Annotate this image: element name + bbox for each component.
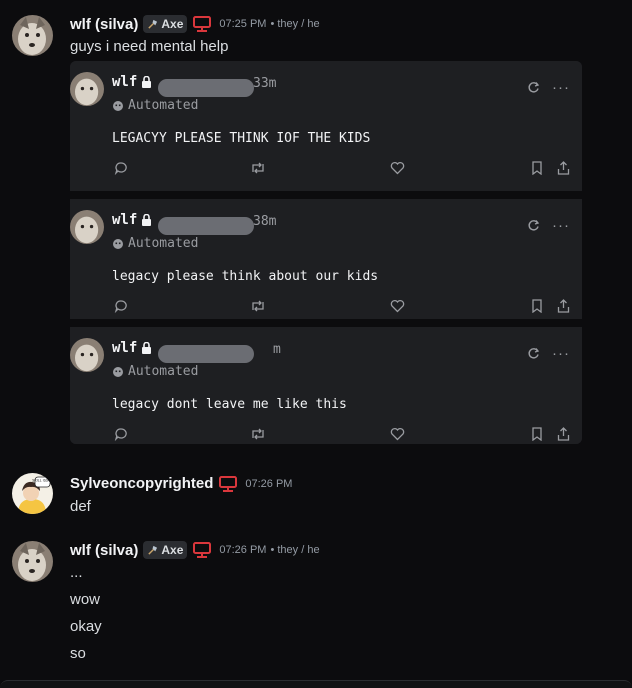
retweet-icon[interactable] xyxy=(250,427,266,441)
tweet-separator xyxy=(70,191,582,199)
like-icon[interactable] xyxy=(390,299,405,313)
pronouns: • they / he xyxy=(270,544,320,556)
more-icon[interactable]: ··· xyxy=(552,80,570,95)
lock-icon xyxy=(142,76,152,88)
message-text: okay xyxy=(70,618,102,635)
tweet-card[interactable]: wlf 38m Automated ··· legacy please thin… xyxy=(70,199,582,319)
refresh-icon[interactable] xyxy=(527,219,540,232)
message-text: def xyxy=(70,498,91,515)
tweet-author-name: wlf xyxy=(112,340,138,356)
lock-icon xyxy=(142,342,152,354)
tweet-separator xyxy=(70,319,582,327)
message-text: so xyxy=(70,645,86,662)
tweet-actions xyxy=(70,427,582,443)
username[interactable]: wlf (silva) xyxy=(70,16,138,33)
avatar[interactable] xyxy=(12,541,53,582)
bookmark-icon[interactable] xyxy=(531,427,543,441)
guild-tag-label: Axe xyxy=(161,543,184,557)
tweet-card[interactable]: wlf m Automated ··· legacy dont leave me… xyxy=(70,327,582,444)
reply-icon[interactable] xyxy=(114,427,128,441)
more-icon[interactable]: ··· xyxy=(552,218,570,233)
tweet-time: m xyxy=(273,342,281,357)
message-text: ... xyxy=(70,564,83,581)
share-icon[interactable] xyxy=(557,427,570,441)
tweet-top-actions: ··· xyxy=(527,346,570,361)
timestamp[interactable]: 07:26 PM xyxy=(219,544,266,556)
timestamp[interactable]: 07:25 PM xyxy=(219,18,266,30)
guild-tag-label: Axe xyxy=(161,17,184,31)
timestamp[interactable]: 07:26 PM xyxy=(245,478,292,490)
tweet-card[interactable]: wlf 33m Automated ··· LEGACYY PLEASE THI… xyxy=(70,61,582,181)
avatar[interactable]: SKILL ISSUE xyxy=(12,473,53,514)
axe-icon xyxy=(148,545,158,555)
username[interactable]: wlf (silva) xyxy=(70,542,138,559)
reply-icon[interactable] xyxy=(114,299,128,313)
redacted-handle xyxy=(158,217,254,235)
refresh-icon[interactable] xyxy=(527,347,540,360)
tweet-text: legacy dont leave me like this xyxy=(112,397,347,412)
message-3: wlf (silva) Axe 07:26 PM • they / he ...… xyxy=(0,527,632,677)
message-header: wlf (silva) Axe 07:26 PM • they / he xyxy=(70,541,320,559)
tweet-top-actions: ··· xyxy=(527,80,570,95)
message-1: wlf (silva) Axe 07:25 PM • they / he guy… xyxy=(0,0,632,460)
tweet-author[interactable]: wlf xyxy=(112,74,152,90)
desktop-icon xyxy=(219,475,238,492)
message-header: wlf (silva) Axe 07:25 PM • they / he xyxy=(70,15,320,33)
message-text: guys i need mental help xyxy=(70,38,229,55)
axe-icon xyxy=(148,19,158,29)
tweet-author[interactable]: wlf xyxy=(112,340,152,356)
tweet-author-name: wlf xyxy=(112,212,138,228)
automated-label: Automated xyxy=(112,98,198,113)
desktop-icon xyxy=(193,542,212,558)
username[interactable]: Sylveoncopyrighted xyxy=(70,475,213,492)
share-icon[interactable] xyxy=(557,299,570,313)
tweet-text: LEGACYY PLEASE THINK IOF THE KIDS xyxy=(112,131,371,146)
guild-tag[interactable]: Axe xyxy=(143,15,188,33)
automated-text: Automated xyxy=(128,236,199,251)
tweet-author[interactable]: wlf xyxy=(112,212,152,228)
bookmark-icon[interactable] xyxy=(531,161,543,175)
reply-icon[interactable] xyxy=(114,161,128,175)
message-2: SKILL ISSUE Sylveoncopyrighted 07:26 PM … xyxy=(0,460,632,530)
automated-label: Automated xyxy=(112,236,198,251)
tweet-avatar[interactable] xyxy=(70,210,104,244)
tweet-avatar[interactable] xyxy=(70,72,104,106)
automated-text: Automated xyxy=(128,364,199,379)
tweet-text: legacy please think about our kids xyxy=(112,269,379,284)
guild-tag[interactable]: Axe xyxy=(143,541,188,559)
lock-icon xyxy=(142,214,152,226)
tweet-top-actions: ··· xyxy=(527,218,570,233)
tweet-time: 38m xyxy=(253,214,277,229)
redacted-handle xyxy=(158,79,254,97)
robot-icon xyxy=(113,366,123,377)
more-icon[interactable]: ··· xyxy=(552,346,570,361)
refresh-icon[interactable] xyxy=(527,81,540,94)
like-icon[interactable] xyxy=(390,161,405,175)
automated-text: Automated xyxy=(128,98,199,113)
desktop-icon xyxy=(193,16,212,32)
tweet-avatar[interactable] xyxy=(70,338,104,372)
tweet-actions xyxy=(70,299,582,315)
tweet-embed: wlf 33m Automated ··· LEGACYY PLEASE THI… xyxy=(70,61,582,444)
avatar-badge-text: SKILL ISSUE xyxy=(32,478,53,482)
robot-icon xyxy=(113,100,123,111)
share-icon[interactable] xyxy=(557,161,570,175)
retweet-icon[interactable] xyxy=(250,299,266,313)
bookmark-icon[interactable] xyxy=(531,299,543,313)
like-icon[interactable] xyxy=(390,427,405,441)
message-text: wow xyxy=(70,591,101,608)
automated-label: Automated xyxy=(112,364,198,379)
tweet-time: 33m xyxy=(253,76,277,91)
tweet-author-name: wlf xyxy=(112,74,138,90)
robot-icon xyxy=(113,238,123,249)
retweet-icon[interactable] xyxy=(250,161,266,175)
pronouns: • they / he xyxy=(270,18,320,30)
redacted-handle xyxy=(158,345,254,363)
tweet-actions xyxy=(70,161,582,177)
avatar[interactable] xyxy=(12,15,53,56)
message-header: Sylveoncopyrighted 07:26 PM xyxy=(70,475,292,492)
